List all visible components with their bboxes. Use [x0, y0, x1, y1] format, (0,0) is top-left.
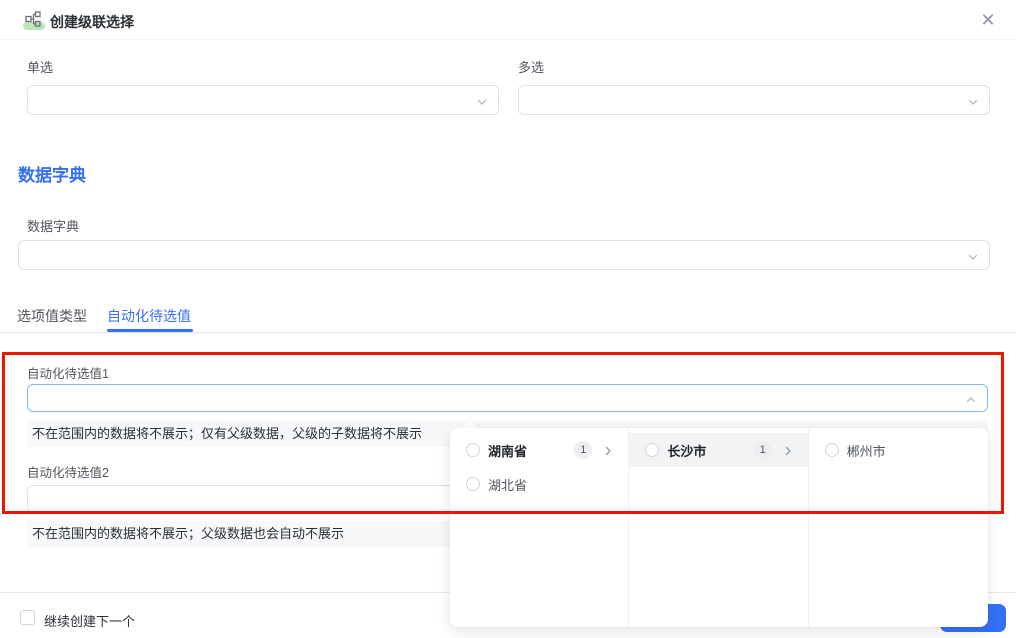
radio-icon[interactable]	[466, 477, 480, 491]
dialog-header: 创建级联选择 ✕	[0, 0, 1016, 40]
cascader-option-changsha[interactable]: 长沙市 1	[629, 433, 807, 467]
continue-create-label: 继续创建下一个	[44, 611, 135, 630]
tab-option-value-type[interactable]: 选项值类型	[17, 306, 87, 326]
single-select[interactable]	[27, 85, 499, 115]
chevron-down-icon	[967, 250, 979, 262]
count-badge: 1	[754, 441, 772, 459]
option-label: 湖南省	[488, 441, 574, 460]
radio-icon[interactable]	[466, 443, 480, 457]
cascader-column-2: 长沙市 1	[629, 428, 808, 627]
cascader-column-1: 湖南省 1 湖北省	[450, 428, 629, 627]
multi-select-label: 多选	[518, 57, 544, 76]
option-label: 湖北省	[488, 475, 614, 494]
cascade-tree-icon	[25, 10, 45, 30]
radio-icon[interactable]	[825, 443, 839, 457]
dict-select[interactable]	[18, 240, 990, 270]
auto-value-1-input[interactable]	[27, 384, 988, 412]
option-label: 长沙市	[667, 441, 753, 460]
auto-value-1-label: 自动化待选值1	[27, 363, 109, 382]
dict-select-label: 数据字典	[27, 216, 79, 235]
auto-value-2-label: 自动化待选值2	[27, 462, 109, 481]
single-select-label: 单选	[27, 57, 53, 76]
chevron-down-icon	[476, 95, 488, 107]
create-cascade-dialog: 创建级联选择 ✕ 单选 多选 数据字典 数据字典 选项值类型 自动化待选值 自动…	[0, 0, 1016, 638]
chevron-down-icon	[967, 95, 979, 107]
tab-auto-candidate-values[interactable]: 自动化待选值	[107, 306, 191, 326]
chevron-up-icon	[965, 393, 977, 405]
chevron-right-icon	[602, 444, 614, 456]
multi-select[interactable]	[518, 85, 990, 115]
cascader-option-hubei[interactable]: 湖北省	[450, 467, 628, 501]
close-icon[interactable]: ✕	[976, 8, 1000, 32]
chevron-right-icon	[782, 444, 794, 456]
radio-icon[interactable]	[645, 443, 659, 457]
dict-section-heading: 数据字典	[18, 161, 86, 186]
cascader-option-chenzhou[interactable]: 郴州市	[809, 433, 988, 467]
divider	[0, 332, 1016, 333]
cascader-column-3: 郴州市	[809, 428, 988, 627]
dialog-title: 创建级联选择	[50, 12, 134, 32]
count-badge: 1	[574, 441, 592, 459]
continue-create-checkbox[interactable]	[20, 610, 35, 625]
cascader-option-hunan[interactable]: 湖南省 1	[450, 433, 628, 467]
option-label: 郴州市	[847, 441, 974, 460]
cascader-dropdown-panel: 湖南省 1 湖北省 长沙市 1	[450, 428, 988, 627]
